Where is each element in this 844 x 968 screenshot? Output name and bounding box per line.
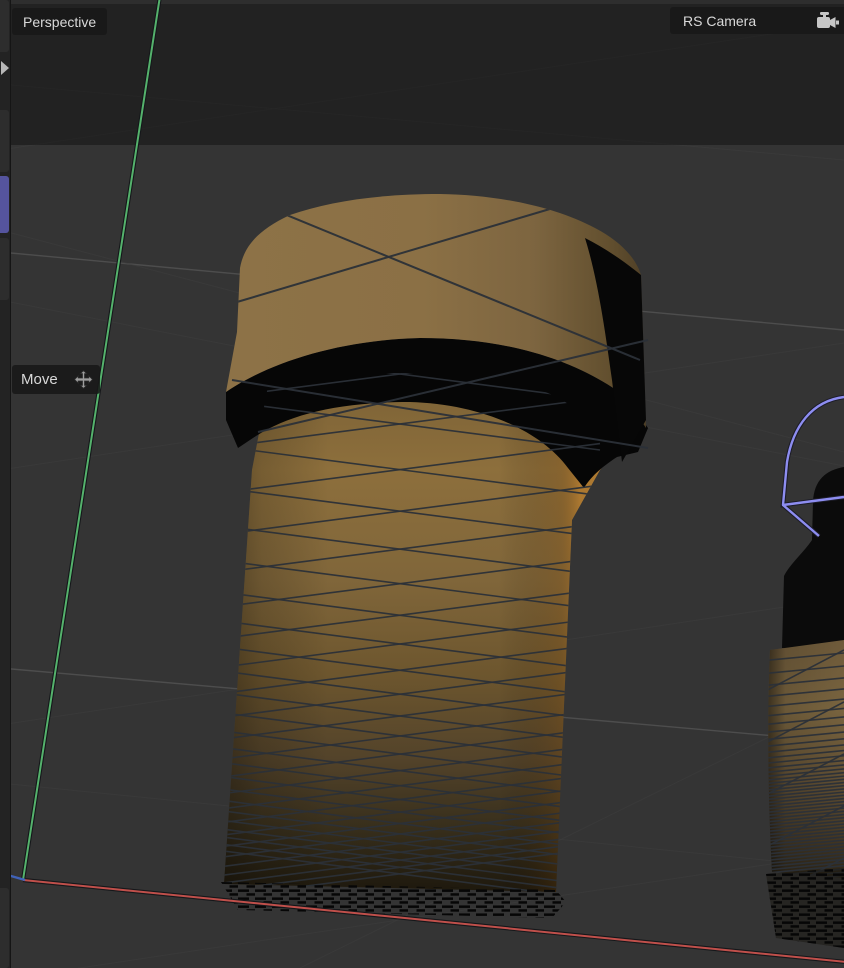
viewport-scene[interactable] [0, 0, 844, 968]
tool-label-text: Move [21, 371, 58, 388]
movie-camera-icon[interactable] [814, 10, 840, 32]
right-bottle-thread-shadow [766, 868, 844, 948]
3d-viewport[interactable]: Perspective RS Camera Move [0, 0, 844, 968]
panel-segment [0, 110, 9, 172]
viewport-top-edge [0, 0, 844, 4]
camera-label-text: RS Camera [683, 13, 756, 29]
panel-segment [0, 888, 9, 968]
move-tool-icon [74, 370, 93, 389]
camera-label[interactable]: RS Camera [670, 7, 844, 34]
left-panel-edge[interactable] [0, 0, 11, 968]
view-label-text: Perspective [23, 14, 96, 30]
panel-arrow-icon[interactable] [1, 61, 9, 75]
panel-active-indicator[interactable] [0, 176, 9, 233]
bottle-object-main[interactable] [200, 194, 648, 918]
panel-segment [0, 0, 9, 52]
panel-segment [0, 238, 9, 300]
view-label[interactable]: Perspective [12, 8, 107, 35]
bottle-object-right[interactable] [756, 397, 844, 956]
tool-label[interactable]: Move [12, 365, 100, 394]
